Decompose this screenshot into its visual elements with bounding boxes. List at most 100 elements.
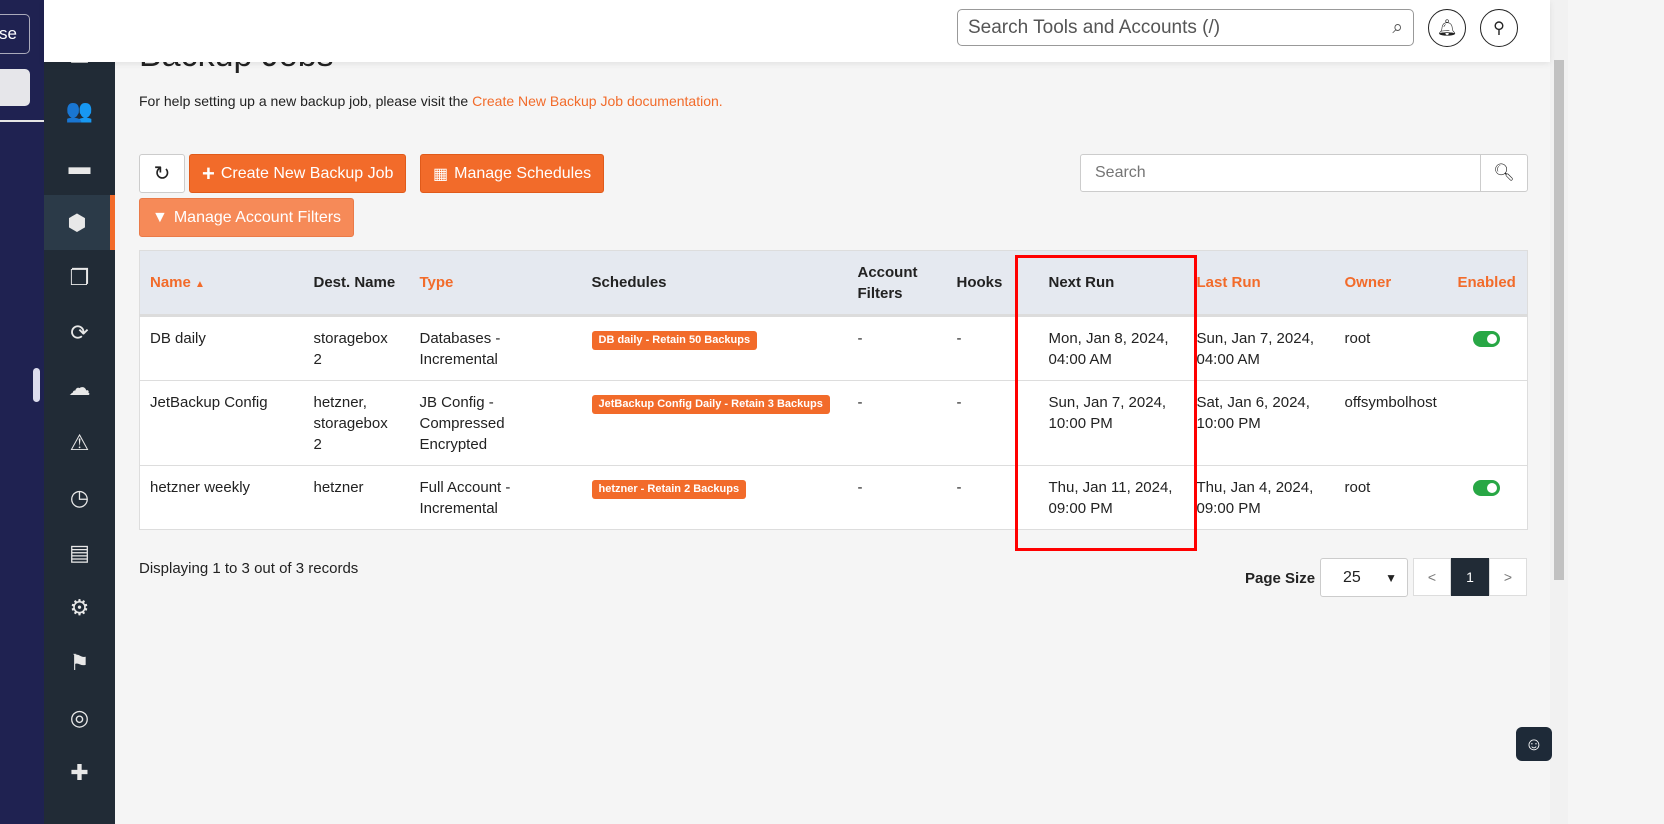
- destination-name: hetzner: [303, 465, 410, 530]
- last-run: Sat, Jan 6, 2024, 10:00 PM: [1186, 380, 1335, 466]
- owner: root: [1334, 315, 1448, 381]
- sidebar-item-clone[interactable]: ❐: [44, 250, 115, 305]
- help-text: For help setting up a new backup job, pl…: [139, 93, 723, 109]
- filters-label: Manage Account Filters: [173, 208, 342, 226]
- refresh-button[interactable]: ↻: [139, 154, 185, 193]
- backup-jobs-table: Name ▲ Dest. Name Type Schedules Account…: [139, 250, 1528, 530]
- chevron-down-icon: ▼: [1385, 570, 1397, 585]
- column-owner[interactable]: Owner: [1334, 250, 1448, 317]
- top-header: Search Tools and Accounts (/) ⌕ 🔔︎ ⚲: [44, 0, 1550, 62]
- enabled-cell: [1447, 465, 1528, 530]
- clone-icon: ❐: [69, 264, 90, 290]
- folder-icon: ▬: [68, 153, 91, 179]
- search-input[interactable]: [1081, 155, 1480, 191]
- page-1-button[interactable]: 1: [1451, 558, 1489, 596]
- left-panel-button[interactable]: se: [0, 14, 30, 54]
- notifications-button[interactable]: 🔔︎: [1428, 9, 1466, 47]
- enabled-toggle[interactable]: [1472, 480, 1500, 496]
- prev-page-button[interactable]: <: [1413, 558, 1451, 596]
- table-row[interactable]: hetzner weekly hetzner Full Account - In…: [139, 465, 1528, 530]
- scrollbar-thumb[interactable]: [1554, 60, 1564, 580]
- left-panel-scrollbar[interactable]: [33, 368, 40, 402]
- search-placeholder: Search Tools and Accounts (/): [968, 16, 1221, 38]
- sidebar-item-plugins[interactable]: ✚: [44, 745, 115, 800]
- create-backup-job-button[interactable]: + Create New Backup Job: [189, 154, 407, 193]
- enabled-toggle[interactable]: [1472, 331, 1500, 347]
- next-run-highlight: [1015, 255, 1197, 551]
- page-size-select[interactable]: 25 ▼: [1320, 558, 1408, 597]
- sync-icon: ⟳: [70, 319, 89, 345]
- last-run: Sun, Jan 7, 2024, 04:00 AM: [1186, 315, 1335, 381]
- owner: offsymbolhost: [1334, 380, 1448, 466]
- sidebar-item-files[interactable]: ▬: [44, 139, 115, 194]
- sidebar-item-schedules[interactable]: ◷: [44, 470, 115, 525]
- manage-schedules-button[interactable]: ▦ Manage Schedules: [420, 154, 605, 193]
- filter-icon: ▼: [152, 208, 168, 226]
- page-size-value: 25: [1343, 568, 1361, 586]
- schedule-badge: JetBackup Config Daily - Retain 3 Backup…: [591, 395, 830, 414]
- sidebar-item-restore[interactable]: ☁: [44, 360, 115, 415]
- last-run: Thu, Jan 4, 2024, 09:00 PM: [1186, 465, 1335, 530]
- sidebar-item-flags[interactable]: ⚑: [44, 635, 115, 690]
- enabled-cell: [1447, 380, 1528, 466]
- sidebar: ▦ 👥 ▬ ⬢ ❐ ⟳ ☁ ⚠ ◷ ▤ ⚙ ⚑ ◎ ✚: [44, 0, 115, 824]
- column-name[interactable]: Name ▲: [139, 250, 304, 317]
- tools-search-input[interactable]: Search Tools and Accounts (/) ⌕: [957, 9, 1414, 46]
- column-account-filters: Account Filters: [847, 250, 947, 317]
- schedule-badge: hetzner - Retain 2 Backups: [591, 480, 747, 499]
- search-icon: ⌕: [1392, 16, 1403, 38]
- user-menu-button[interactable]: ⚲: [1480, 9, 1518, 47]
- file-icon: ▤: [69, 539, 90, 565]
- job-name[interactable]: DB daily: [139, 315, 304, 381]
- cloud-download-icon: ☁: [68, 374, 91, 400]
- page-size-label: Page Size: [1245, 570, 1316, 587]
- help-text-label: For help setting up a new backup job, pl…: [139, 93, 473, 109]
- left-panel-field[interactable]: [0, 69, 30, 106]
- fingerprint-icon: ◎: [69, 704, 90, 730]
- table-row[interactable]: JetBackup Config hetzner, storagebox 2 J…: [139, 380, 1528, 466]
- documentation-link[interactable]: Create New Backup Job documentation.: [472, 93, 723, 109]
- job-name[interactable]: hetzner weekly: [139, 465, 304, 530]
- account-filters: -: [847, 465, 947, 530]
- sidebar-item-sync[interactable]: ⟳: [44, 305, 115, 360]
- bell-icon: 🔔︎: [1436, 20, 1458, 37]
- job-type: JB Config - Compressed Encrypted: [409, 380, 582, 466]
- column-type[interactable]: Type: [409, 250, 582, 317]
- users-icon: 👥: [65, 97, 94, 123]
- next-page-button[interactable]: >: [1489, 558, 1527, 596]
- job-name[interactable]: JetBackup Config: [139, 380, 304, 466]
- schedule-cell: DB daily - Retain 50 Backups: [581, 315, 848, 381]
- flag-icon: ⚑: [69, 649, 90, 675]
- account-filters: -: [847, 315, 947, 381]
- left-panel: se: [0, 0, 44, 824]
- chat-widget-button[interactable]: ☺: [1516, 727, 1552, 761]
- sidebar-item-permissions[interactable]: ⚙: [44, 580, 115, 635]
- column-enabled[interactable]: Enabled: [1447, 250, 1528, 317]
- sidebar-item-backup-jobs[interactable]: ⬢: [44, 195, 115, 250]
- search-button[interactable]: 🔍︎: [1480, 155, 1527, 191]
- chat-icon: ☺: [1524, 733, 1544, 754]
- job-type: Databases - Incremental: [409, 315, 582, 381]
- column-last-run[interactable]: Last Run: [1186, 250, 1335, 317]
- account-filters: -: [847, 380, 947, 466]
- cubes-icon: ⬢: [67, 209, 87, 235]
- job-type: Full Account - Incremental: [409, 465, 582, 530]
- destination-name: storagebox 2: [303, 315, 410, 381]
- plus-icon: +: [202, 160, 215, 186]
- table-header-row: Name ▲ Dest. Name Type Schedules Account…: [139, 250, 1528, 317]
- table-row[interactable]: DB daily storagebox 2 Databases - Increm…: [139, 315, 1528, 381]
- search-icon: 🔍︎: [1493, 163, 1515, 182]
- clock-icon: ◷: [69, 484, 90, 510]
- user-icon: ⚲: [1493, 20, 1505, 37]
- sidebar-item-alerts[interactable]: ⚠: [44, 415, 115, 470]
- sidebar-item-security[interactable]: ◎: [44, 690, 115, 745]
- column-name-label: Name: [150, 274, 191, 291]
- sort-up-icon: ▲: [195, 279, 205, 290]
- manage-account-filters-button[interactable]: ▼ Manage Account Filters: [139, 198, 355, 237]
- schedule-cell: JetBackup Config Daily - Retain 3 Backup…: [581, 380, 848, 466]
- sidebar-item-logs[interactable]: ▤: [44, 525, 115, 580]
- owner: root: [1334, 465, 1448, 530]
- users-gear-icon: ⚙: [69, 594, 90, 620]
- page-scrollbar[interactable]: [1550, 0, 1568, 824]
- sidebar-item-accounts[interactable]: 👥: [44, 83, 115, 138]
